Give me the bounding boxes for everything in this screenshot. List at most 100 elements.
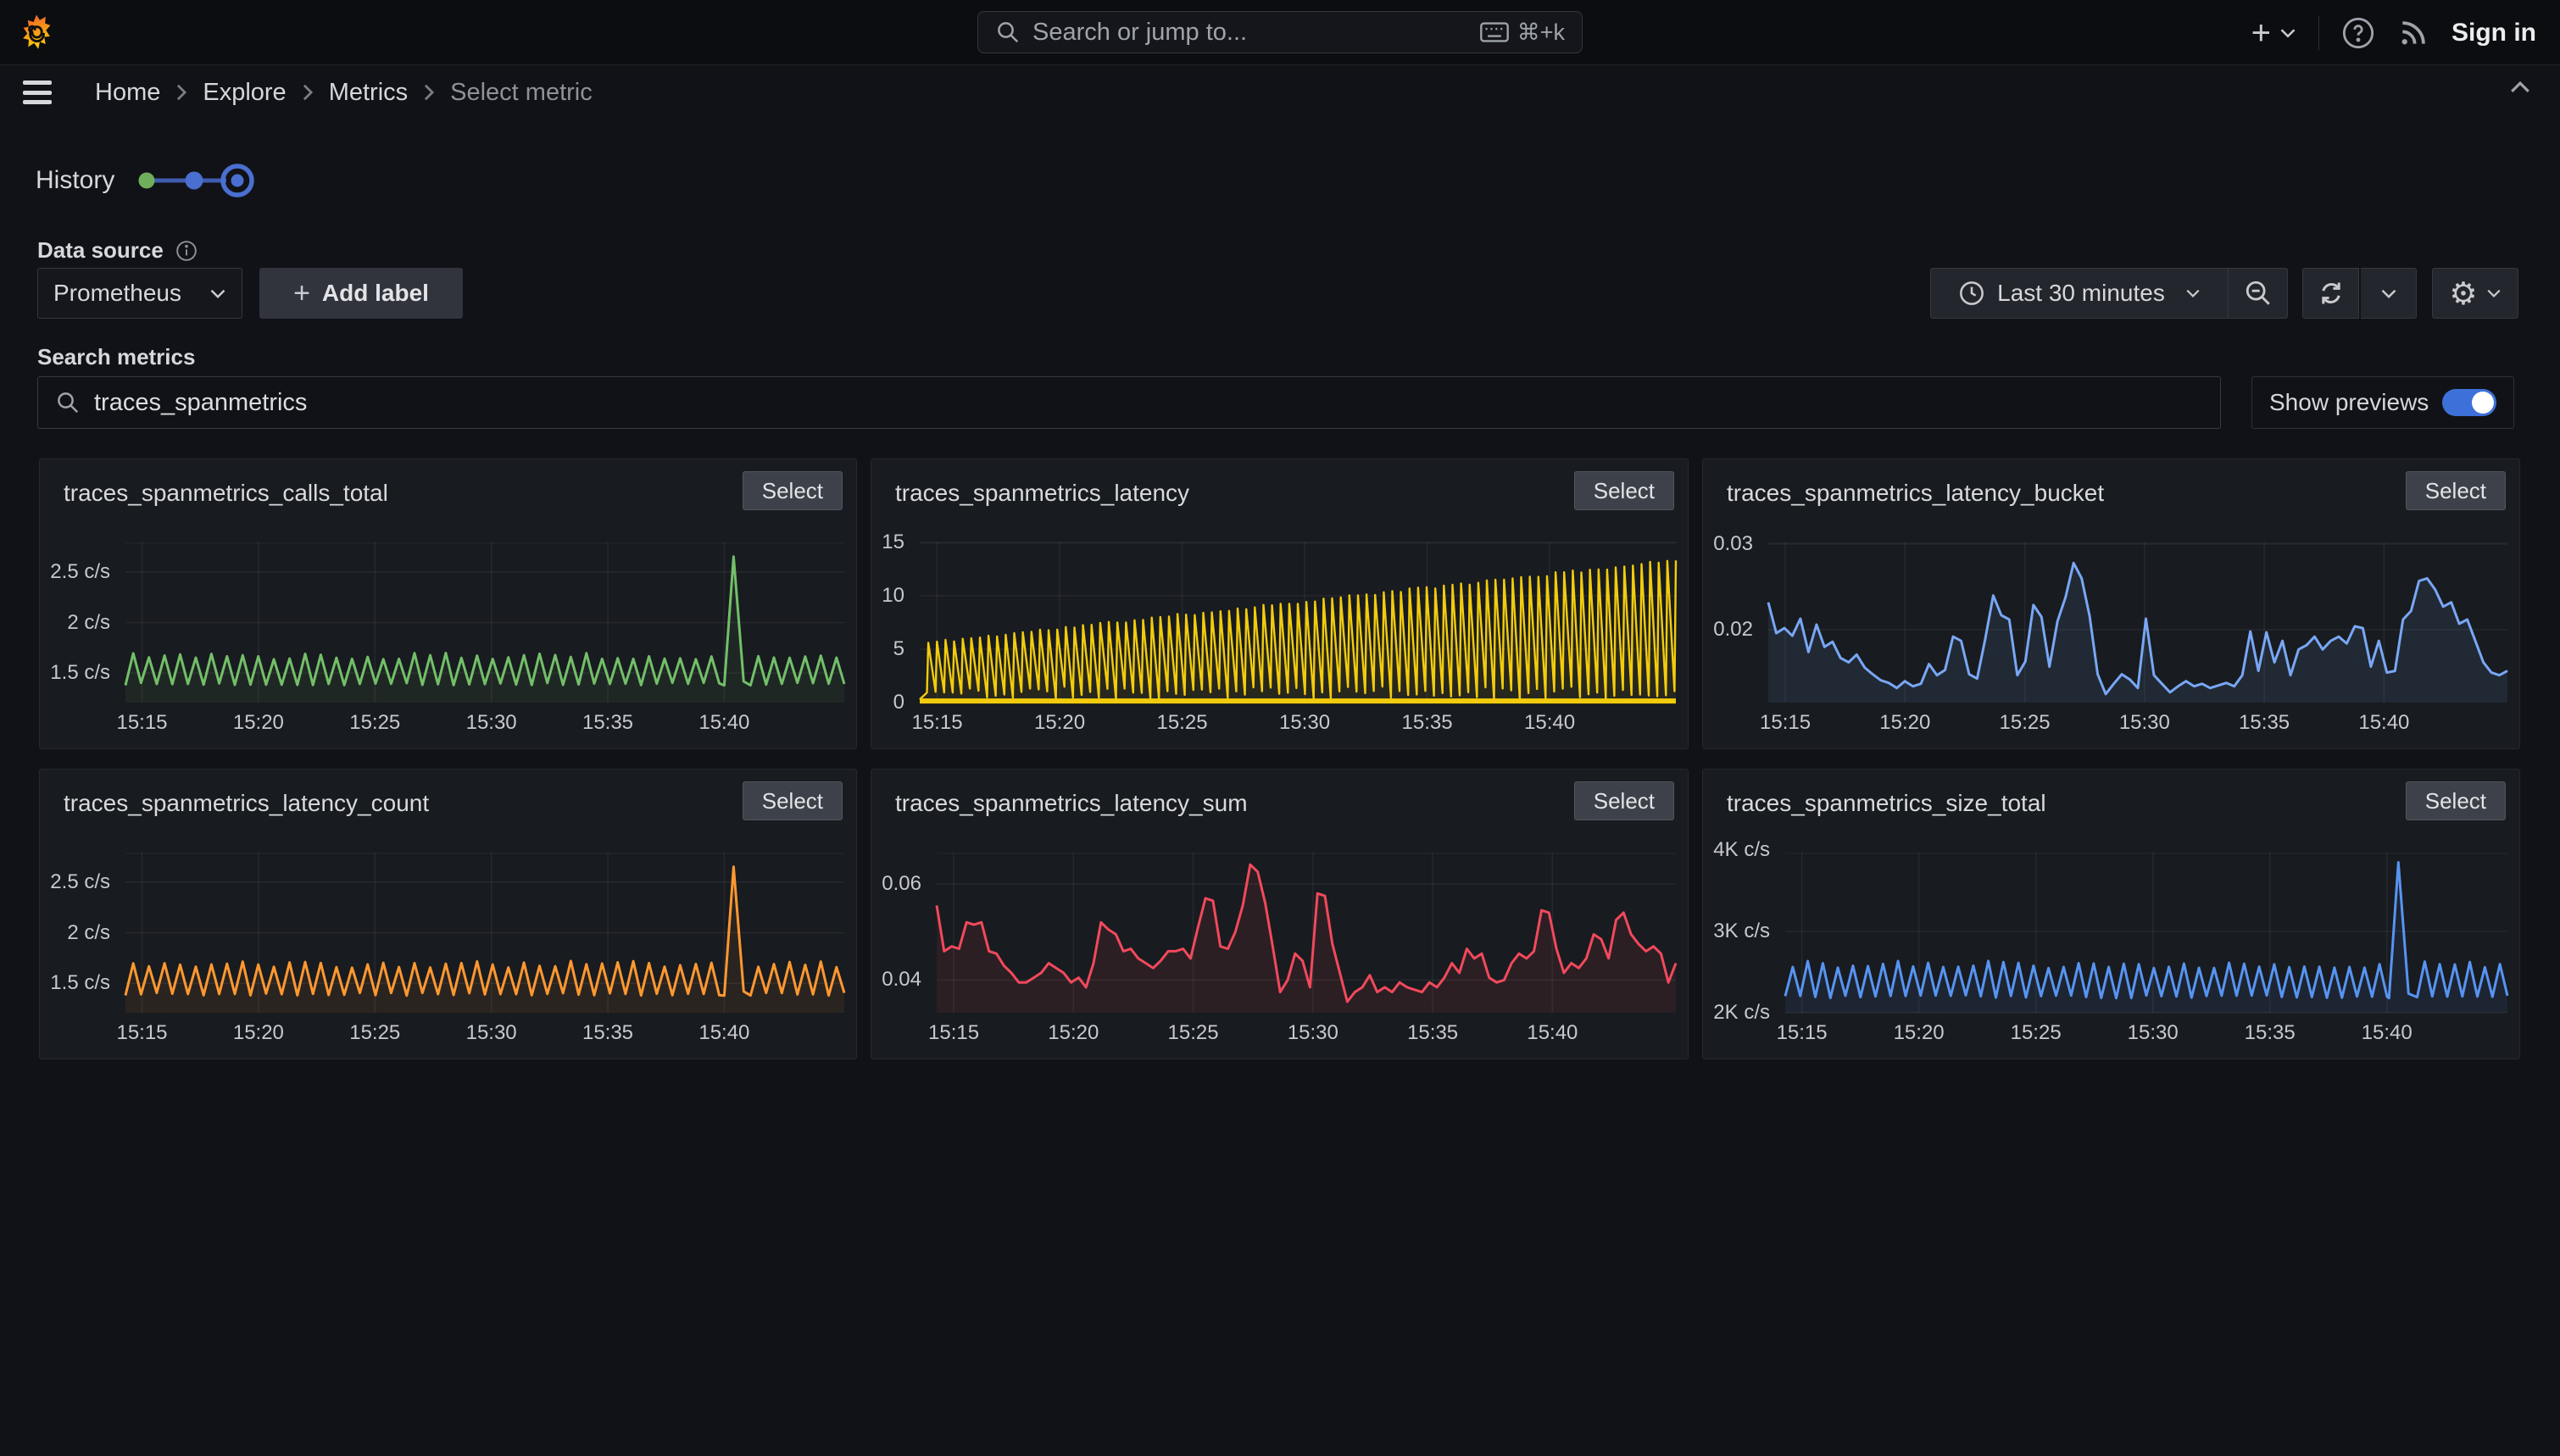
y-axis-tick-label: 0.04 (871, 968, 921, 992)
breadcrumb-metrics[interactable]: Metrics (329, 79, 408, 107)
show-previews-label: Show previews (2269, 389, 2429, 416)
x-axis-tick-label: 15:15 (1739, 711, 1832, 735)
new-menu-button[interactable]: + (2251, 16, 2296, 50)
x-axis-tick-label: 15:35 (2218, 711, 2311, 735)
y-axis-tick-label: 0.02 (1703, 618, 1753, 642)
x-axis-tick-label: 15:20 (1027, 1021, 1120, 1045)
datasource-picker[interactable]: Prometheus (37, 268, 242, 319)
x-axis-tick-label: 15:20 (212, 1021, 305, 1045)
datasource-label-row: Data source (37, 237, 198, 264)
breadcrumb-home[interactable]: Home (95, 79, 160, 107)
y-axis-tick-label: 2 c/s (40, 921, 110, 945)
metric-panel: traces_spanmetrics_latency_bucket Select… (1702, 458, 2520, 749)
news-button[interactable] (2397, 17, 2429, 49)
add-label-text: Add label (322, 280, 429, 307)
y-axis-tick-label: 5 (871, 637, 904, 661)
search-placeholder: Search or jump to... (1032, 19, 1468, 47)
plus-icon: + (293, 279, 310, 308)
metric-chart: 05101515:1515:2015:2515:3015:3515:40 (871, 459, 1688, 748)
time-range-picker[interactable]: Last 30 minutes (1930, 268, 2229, 319)
x-axis-tick-label: 15:25 (1990, 1021, 2083, 1045)
x-axis-tick-label: 15:15 (891, 711, 984, 735)
settings-button[interactable]: ⚙ (2432, 268, 2518, 319)
chevron-right-icon (423, 83, 435, 102)
plus-icon: + (2251, 16, 2271, 50)
help-button[interactable] (2341, 16, 2375, 50)
x-axis-tick-label: 15:40 (2340, 1021, 2434, 1045)
x-axis-tick-label: 15:15 (96, 711, 189, 735)
y-axis-tick-label: 3K c/s (1703, 920, 1770, 943)
x-axis-tick-label: 15:35 (2223, 1021, 2317, 1045)
x-axis-tick-label: 15:40 (677, 1021, 771, 1045)
search-icon (995, 19, 1021, 45)
refresh-icon (2317, 279, 2346, 308)
history-step-2 (186, 172, 203, 190)
x-axis-tick-label: 15:20 (212, 711, 305, 735)
add-label-button[interactable]: + Add label (259, 268, 463, 319)
history-label: History (36, 166, 114, 195)
x-axis-tick-label: 15:25 (328, 711, 421, 735)
y-axis-tick-label: 0.03 (1703, 532, 1753, 556)
global-search-input[interactable]: Search or jump to... ⌘+k (977, 11, 1583, 53)
x-axis-tick-label: 15:25 (328, 1021, 421, 1045)
search-metrics-label: Search metrics (37, 344, 195, 370)
chevron-down-icon (209, 288, 226, 299)
sign-in-link[interactable]: Sign in (2451, 19, 2536, 47)
time-controls: Last 30 minutes (1930, 268, 2288, 319)
x-axis-tick-label: 15:25 (1147, 1021, 1240, 1045)
chevron-up-icon (2509, 80, 2531, 95)
grafana-logo[interactable] (22, 14, 51, 53)
x-axis-tick-label: 15:20 (1873, 1021, 1966, 1045)
zoom-out-button[interactable] (2229, 268, 2288, 319)
x-axis-tick-label: 15:30 (1266, 1021, 1360, 1045)
breadcrumb-current: Select metric (450, 79, 593, 107)
metric-search-value: traces_spanmetrics (94, 389, 307, 417)
metric-panel: traces_spanmetrics_calls_total Select 1.… (39, 458, 857, 749)
history-step-1 (139, 173, 155, 189)
x-axis-tick-label: 15:20 (1858, 711, 1951, 735)
x-axis-tick-label: 15:30 (2106, 1021, 2200, 1045)
chevron-right-icon (302, 83, 314, 102)
x-axis-tick-label: 15:35 (561, 711, 654, 735)
show-previews-toggle[interactable] (2442, 389, 2496, 416)
time-range-value: Last 30 minutes (1997, 280, 2165, 307)
info-icon[interactable] (175, 240, 198, 262)
y-axis-tick-label: 2.5 c/s (40, 560, 110, 584)
x-axis-tick-label: 15:15 (96, 1021, 189, 1045)
metric-chart: 2K c/s3K c/s4K c/s15:1515:2015:2515:3015… (1703, 770, 2519, 1059)
rss-icon (2397, 17, 2429, 49)
datasource-label: Data source (37, 237, 164, 264)
y-axis-tick-label: 0.06 (871, 872, 921, 896)
metric-chart: 1.5 c/s2 c/s2.5 c/s15:1515:2015:2515:301… (40, 770, 856, 1059)
clock-icon (1958, 280, 1985, 307)
refresh-button[interactable] (2302, 268, 2359, 319)
y-axis-tick-label: 15 (871, 531, 904, 554)
x-axis-tick-label: 15:15 (1756, 1021, 1849, 1045)
keyboard-icon (1480, 21, 1509, 43)
datasource-value: Prometheus (53, 280, 181, 307)
chevron-right-icon (175, 83, 187, 102)
topbar-divider (2318, 16, 2319, 50)
gear-icon: ⚙ (2449, 278, 2477, 309)
history-row: History (36, 159, 262, 202)
y-axis-tick-label: 1.5 c/s (40, 971, 110, 995)
x-axis-tick-label: 15:40 (677, 711, 771, 735)
help-icon (2341, 16, 2375, 50)
metric-panel: traces_spanmetrics_size_total Select 2K … (1702, 769, 2520, 1059)
x-axis-tick-label: 15:30 (445, 1021, 538, 1045)
metric-chart: 0.020.0315:1515:2015:2515:3015:3515:40 (1703, 459, 2519, 748)
y-axis-tick-label: 4K c/s (1703, 838, 1770, 862)
menu-toggle-button[interactable] (23, 81, 52, 104)
shortcut-hint: ⌘+k (1480, 19, 1565, 46)
history-timeline[interactable] (135, 158, 262, 203)
x-axis-tick-label: 15:30 (1258, 711, 1351, 735)
x-axis-tick-label: 15:20 (1013, 711, 1106, 735)
x-axis-tick-label: 15:30 (2098, 711, 2191, 735)
y-axis-tick-label: 1.5 c/s (40, 661, 110, 685)
breadcrumb-explore[interactable]: Explore (203, 79, 286, 107)
refresh-interval-dropdown[interactable] (2361, 268, 2417, 319)
chevron-down-icon (2185, 288, 2201, 298)
collapse-panel-button[interactable] (2509, 80, 2531, 95)
metric-search-input[interactable]: traces_spanmetrics (37, 376, 2221, 429)
metric-chart: 0.040.0615:1515:2015:2515:3015:3515:40 (871, 770, 1688, 1059)
